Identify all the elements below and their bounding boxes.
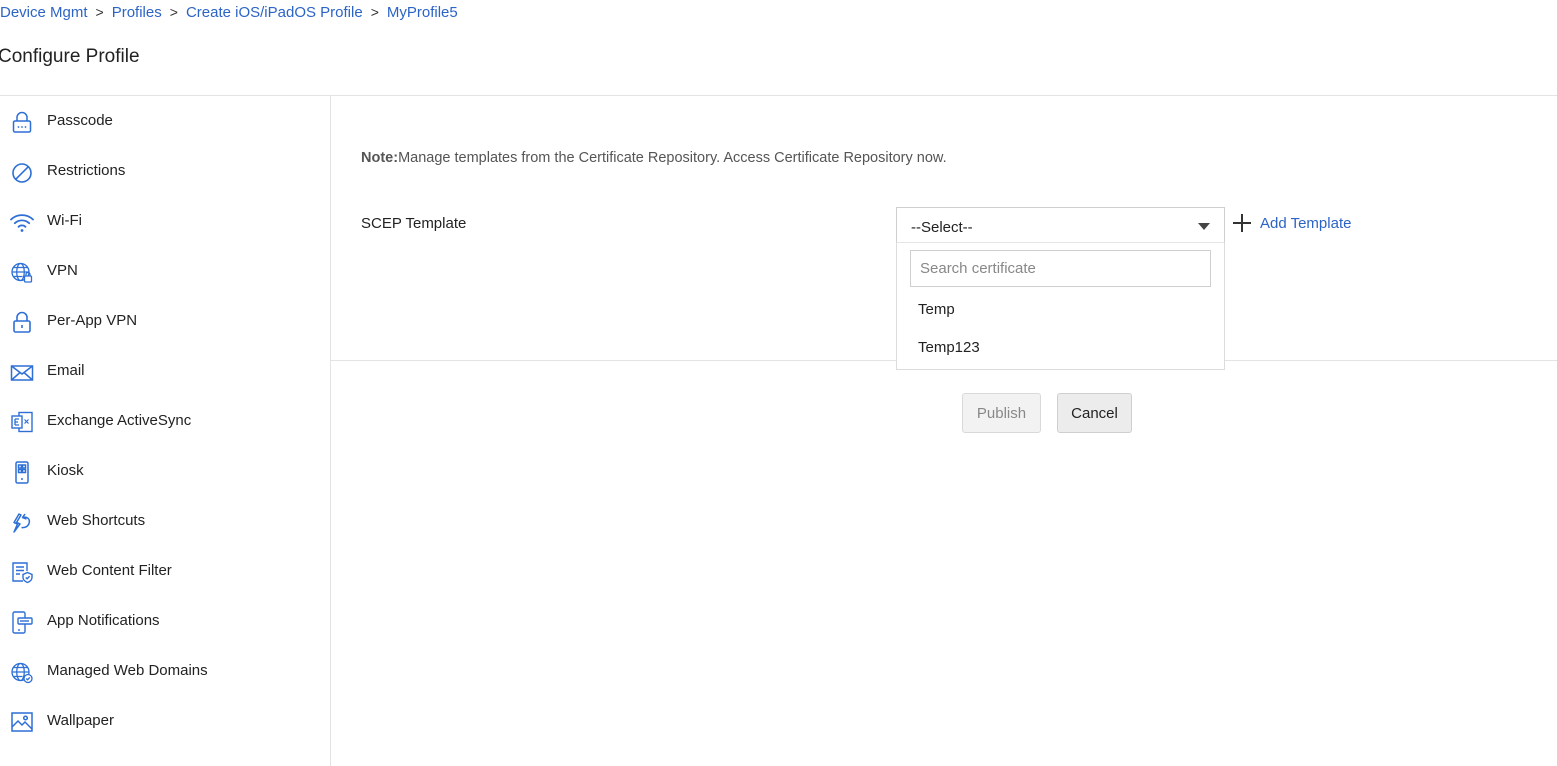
breadcrumb-device-mgmt[interactable]: Device Mgmt [0, 4, 88, 21]
prohibited-icon [10, 160, 34, 184]
note-text: Manage templates from the Certificate Re… [398, 150, 947, 166]
padlock-icon [10, 310, 34, 334]
sidebar-item-label: Exchange ActiveSync [47, 412, 192, 429]
breadcrumb: Device Mgmt > Profiles > Create iOS/iPadOS P… [0, 4, 458, 21]
page-title: Configure Profile [0, 46, 140, 67]
scep-template-label: SCEP Template [361, 215, 467, 232]
note-label: Note: [361, 150, 399, 166]
sidebar-item-kiosk[interactable]: Kiosk [0, 446, 330, 496]
dropdown-option-temp[interactable]: Temp [897, 291, 1224, 327]
cancel-button[interactable]: Cancel [1057, 393, 1132, 433]
sidebar-item-per-app-vpn[interactable]: Per-App VPN [0, 296, 330, 346]
sidebar-item-managed-web-domains[interactable]: Managed Web Domains [0, 646, 330, 696]
scep-template-select[interactable]: --Select-- [896, 207, 1225, 243]
shortcut-icon [10, 510, 34, 534]
add-template-label: Add Template [1260, 214, 1352, 232]
sidebar-item-label: Per-App VPN [47, 312, 138, 329]
sidebar-item-label: App Notifications [47, 612, 160, 629]
sidebar-item-label: VPN [47, 262, 78, 279]
sidebar-item-vpn[interactable]: VPN [0, 246, 330, 296]
exchange-icon [10, 410, 34, 434]
sidebar-item-wifi[interactable]: Wi-Fi [0, 196, 330, 246]
globe-lock-icon [10, 260, 34, 284]
publish-button[interactable]: Publish [962, 393, 1041, 433]
sidebar-item-label: Passcode [47, 112, 113, 129]
breadcrumb-current-profile[interactable]: MyProfile5 [387, 4, 458, 21]
breadcrumb-separator: > [370, 4, 379, 20]
caret-down-icon [1198, 223, 1210, 230]
sidebar-item-restrictions[interactable]: Restrictions [0, 146, 330, 196]
sidebar-item-label: Managed Web Domains [47, 662, 208, 679]
sidebar-item-label: Web Shortcuts [47, 512, 146, 529]
plus-icon [1233, 213, 1253, 233]
certificate-note: Note:Manage templates from the Certifica… [361, 150, 947, 166]
envelope-icon [10, 360, 34, 384]
sidebar-item-web-content-filter[interactable]: Web Content Filter [0, 546, 330, 596]
dropdown-option-temp123[interactable]: Temp123 [897, 329, 1224, 365]
content-filter-icon [10, 560, 34, 584]
option-label: Temp123 [918, 339, 980, 356]
wifi-icon [10, 210, 34, 234]
sidebar-item-app-notifications[interactable]: App Notifications [0, 596, 330, 646]
phone-notification-icon [10, 610, 34, 634]
search-certificate-input[interactable] [910, 250, 1211, 287]
breadcrumb-profiles[interactable]: Profiles [112, 4, 162, 21]
sidebar-item-web-shortcuts[interactable]: Web Shortcuts [0, 496, 330, 546]
add-template-link[interactable]: Add Template [1233, 213, 1351, 233]
breadcrumb-separator: > [95, 4, 104, 20]
sidebar-item-exchange-activesync[interactable]: Exchange ActiveSync [0, 396, 330, 446]
sidebar-item-passcode[interactable]: Passcode [0, 96, 330, 146]
lock-icon [10, 110, 34, 134]
option-label: Temp [918, 301, 955, 318]
breadcrumb-create-profile[interactable]: Create iOS/iPadOS Profile [186, 4, 363, 21]
kiosk-icon [10, 460, 34, 484]
sidebar-item-label: Kiosk [47, 462, 84, 479]
sidebar-item-label: Restrictions [47, 162, 126, 179]
certificate-dropdown: Temp Temp123 [896, 243, 1225, 370]
main-panel: Note:Manage templates from the Certifica… [331, 96, 1557, 766]
sidebar-item-label: Wallpaper [47, 712, 114, 729]
sidebar-item-label: Email [47, 362, 85, 379]
globe-check-icon [10, 660, 34, 684]
sidebar-item-email[interactable]: Email [0, 346, 330, 396]
sidebar-item-label: Wi-Fi [47, 212, 82, 229]
breadcrumb-separator: > [169, 4, 178, 20]
sidebar-item-wallpaper[interactable]: Wallpaper [0, 696, 330, 746]
image-icon [10, 710, 34, 734]
sidebar-item-label: Web Content Filter [47, 562, 172, 579]
sidebar[interactable]: Passcode Restrictions Wi-Fi VPN Per-App … [0, 96, 331, 766]
select-value: --Select-- [911, 219, 973, 236]
